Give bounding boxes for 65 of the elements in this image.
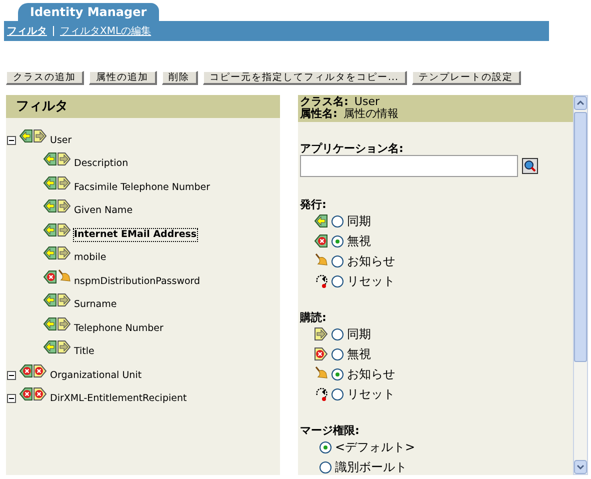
panel-title: フィルタ: [6, 95, 280, 118]
radio-button[interactable]: [331, 368, 344, 380]
search-icon[interactable]: [522, 158, 538, 174]
radio-button[interactable]: [331, 214, 344, 228]
tree-item[interactable]: nspmDistributionPassword: [74, 276, 200, 288]
radio-button[interactable]: [319, 440, 332, 454]
option-label: 同期: [347, 213, 371, 230]
reset-icon: [314, 386, 328, 402]
option-label: お知らせ: [347, 366, 395, 383]
collapse-icon[interactable]: [7, 394, 16, 403]
radio-button[interactable]: [319, 460, 332, 474]
radio-button[interactable]: [331, 254, 344, 268]
toolbar-button[interactable]: 削除: [162, 71, 198, 85]
group-title: 購読:: [300, 311, 328, 324]
option-label: リセット: [347, 386, 395, 403]
toolbar-button[interactable]: テンプレートの設定: [412, 71, 522, 85]
publish-arrow-icon: [314, 213, 328, 229]
radio-button[interactable]: [331, 348, 344, 360]
radio-button[interactable]: [331, 388, 344, 400]
tree-item[interactable]: Telephone Number: [74, 322, 164, 334]
tree-item[interactable]: DirXML-EntitlementRecipient: [50, 393, 187, 405]
scroll-thumb[interactable]: [574, 112, 587, 362]
scroll-down-icon[interactable]: [574, 460, 587, 474]
subscribe-blocked-icon: [314, 346, 328, 362]
tree-item[interactable]: Description: [74, 158, 128, 170]
option-label: <デフォルト>: [335, 439, 416, 456]
subscribe-arrow-icon: [314, 326, 328, 342]
collapse-icon[interactable]: [7, 370, 16, 380]
attribute-label: 属性名:: [300, 108, 338, 120]
option-label: 識別ボールト: [335, 459, 407, 475]
tree-item[interactable]: Surname: [74, 299, 117, 311]
class-label: クラス名:: [300, 96, 348, 108]
toolbar-button[interactable]: コピー元を指定してフィルタをコピー...: [202, 71, 407, 85]
tree-item[interactable]: Title: [74, 346, 94, 358]
radio-button[interactable]: [331, 234, 344, 248]
reset-icon: [314, 273, 328, 289]
tree-item[interactable]: Facsimile Telephone Number: [74, 182, 210, 194]
app-tab[interactable]: Identity Manager: [18, 3, 159, 21]
tree-item[interactable]: Organizational Unit: [50, 370, 142, 382]
toolbar-button[interactable]: 属性の追加: [89, 71, 156, 85]
link-separator: [53, 26, 54, 36]
tree-item[interactable]: Internet EMail Address: [74, 228, 197, 240]
radio-button[interactable]: [331, 274, 344, 288]
scroll-up-icon[interactable]: [574, 96, 587, 110]
publish-blocked-icon: [314, 233, 328, 249]
tree-item[interactable]: Given Name: [74, 205, 133, 217]
tree-item[interactable]: mobile: [74, 252, 106, 264]
option-label: お知らせ: [347, 253, 395, 270]
group-title: 発行:: [300, 198, 328, 211]
scrollbar[interactable]: [573, 95, 588, 475]
collapse-icon[interactable]: [7, 136, 16, 144]
field-label: アプリケーション名:: [300, 142, 404, 155]
application-name-field[interactable]: [300, 155, 518, 177]
tree-item[interactable]: User: [50, 134, 72, 146]
option-label: 無視: [347, 233, 371, 250]
radio-button[interactable]: [331, 328, 344, 340]
group-title: マージ権限:: [300, 424, 360, 437]
option-label: 同期: [347, 326, 371, 343]
nav-link[interactable]: フィルタXMLの編集: [60, 24, 152, 38]
class-value: User: [354, 96, 380, 108]
attribute-value: 属性の情報: [343, 108, 398, 120]
nav-link[interactable]: フィルタ: [7, 24, 47, 38]
option-label: リセット: [347, 273, 395, 290]
toolbar-button[interactable]: クラスの追加: [6, 71, 84, 85]
option-label: 無視: [347, 346, 371, 363]
